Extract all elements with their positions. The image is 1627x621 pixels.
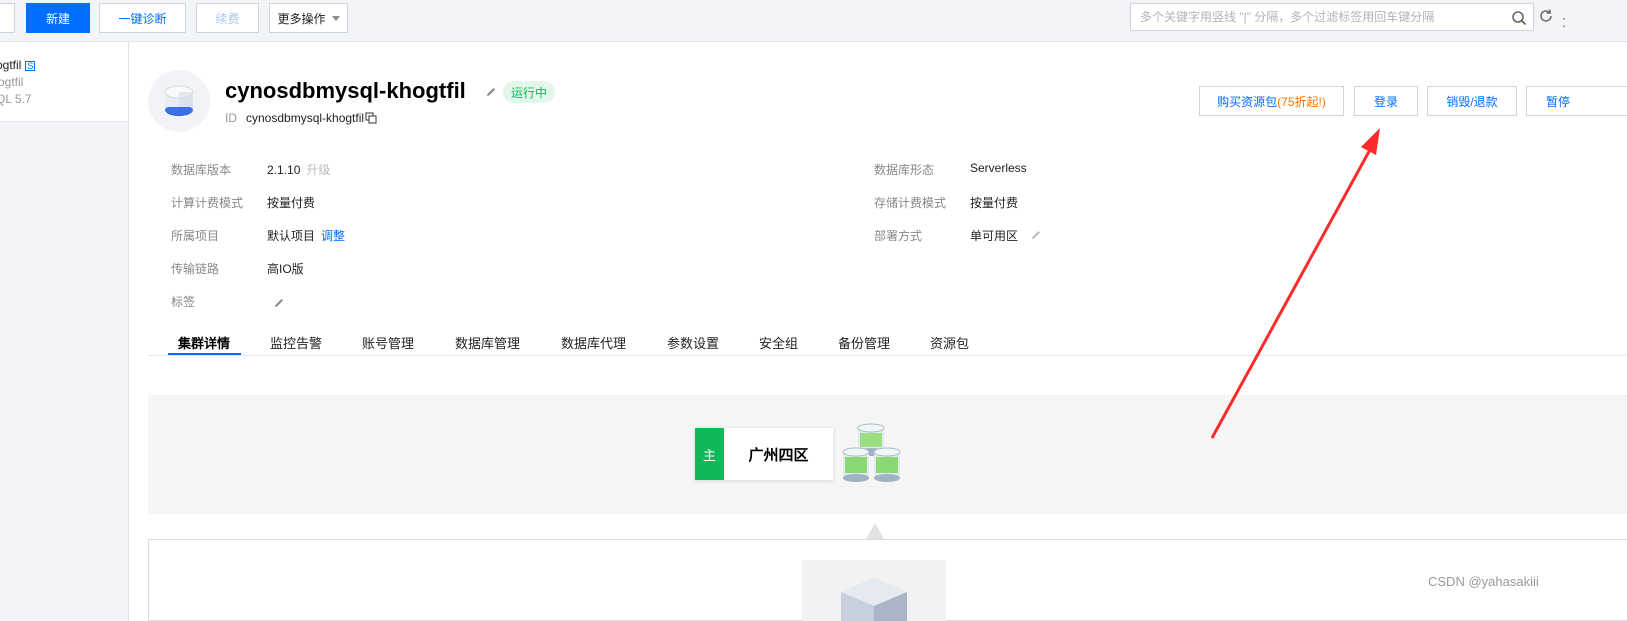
sidebar-instance-name-text: ogtfil [0, 58, 22, 72]
upgrade-link[interactable]: 升级 [306, 163, 330, 177]
deploy-mode-value: 单可用区 [970, 229, 1019, 243]
db-version-number: 2.1.10 [267, 163, 301, 177]
destroy-refund-button[interactable]: 销毁/退款 [1427, 86, 1517, 116]
pause-button[interactable]: 暂停 [1526, 86, 1627, 116]
top-toolbar: 新建 一键诊断 续费 更多操作 ⁚ [0, 0, 1627, 42]
database-icon [164, 85, 194, 116]
transfer-link-value: 高IO版 [267, 262, 304, 276]
tab-database-management[interactable]: 数据库管理 [455, 333, 520, 352]
login-button[interactable]: 登录 [1354, 86, 1418, 116]
zone-name: 广州四区 [748, 446, 809, 464]
db-version-label: 数据库版本 [171, 163, 232, 177]
edit-title-icon[interactable] [485, 86, 497, 98]
tab-parameter-settings[interactable]: 参数设置 [667, 333, 719, 352]
renew-button[interactable]: 续费 [196, 3, 259, 33]
buy-resource-pack-label: 购买资源包 [1217, 94, 1278, 109]
buy-resource-pack-button[interactable]: 购买资源包 (75折起!) [1199, 86, 1344, 116]
status-badge: 运行中 [503, 81, 556, 103]
new-button[interactable]: 新建 [26, 3, 90, 33]
search-input[interactable] [1131, 4, 1501, 30]
db-version-value: 2.1.10 升级 [267, 161, 330, 178]
database-avatar [148, 70, 210, 132]
tags-label: 标签 [171, 295, 196, 309]
copy-icon[interactable] [365, 112, 377, 124]
pointer-triangle [866, 523, 884, 539]
project-name: 默认项目 [267, 229, 316, 243]
storage-billing-label: 存储计费模式 [874, 196, 947, 210]
chevron-down-icon [331, 15, 340, 21]
storage-billing-value: 按量付费 [970, 196, 1019, 210]
active-tab-indicator [168, 353, 241, 355]
server-icon [841, 578, 907, 621]
transfer-link-label: 传输链路 [171, 262, 220, 276]
project-value: 默认项目 调整 [267, 227, 345, 244]
pause-label: 暂停 [1546, 94, 1571, 109]
refresh-icon[interactable] [1538, 8, 1554, 24]
one-click-diagnose-button[interactable]: 一键诊断 [99, 3, 186, 33]
watermark: CSDN @yahasakiii [1428, 574, 1539, 589]
more-actions-label: 更多操作 [277, 11, 326, 26]
db-form-value: Serverless [970, 161, 1027, 175]
primary-zone-card[interactable]: 主 广州四区 [695, 428, 833, 480]
more-actions-dropdown[interactable]: 更多操作 [269, 3, 348, 33]
tab-backup-management[interactable]: 备份管理 [838, 333, 890, 352]
sidebar-instance-sub: ogtfil [0, 75, 24, 89]
detail-tabs: 集群详情 监控告警 账号管理 数据库管理 数据库代理 参数设置 安全组 备份管理… [148, 329, 1627, 356]
adjust-project-link[interactable]: 调整 [321, 229, 345, 243]
id-label: ID [225, 111, 237, 125]
db-form-label: 数据库形态 [874, 163, 935, 177]
instance-sidebar: ogtfilS ogtfil QL 5.7 [0, 42, 129, 621]
tab-database-proxy[interactable]: 数据库代理 [561, 333, 626, 352]
overflow-icon[interactable]: ⁚ [1562, 16, 1566, 30]
instance-title: cynosdbmysql-khogtfil [225, 78, 466, 103]
compute-billing-value: 按量付费 [267, 196, 316, 210]
project-label: 所属项目 [171, 229, 220, 243]
database-cluster-icon [842, 423, 901, 482]
serverless-badge: S [25, 61, 36, 71]
sidebar-instance-version: QL 5.7 [0, 92, 32, 106]
truncated-button[interactable] [0, 3, 15, 33]
buy-promo-label: (75折起!) [1277, 94, 1326, 109]
sidebar-instance-name: ogtfilS [0, 58, 36, 72]
tab-monitoring-alarms[interactable]: 监控告警 [270, 333, 322, 352]
deploy-mode-label: 部署方式 [874, 229, 923, 243]
tab-resource-pack[interactable]: 资源包 [930, 333, 969, 352]
search-box [1130, 3, 1534, 31]
tab-cluster-details[interactable]: 集群详情 [178, 333, 230, 352]
sidebar-instance-item[interactable]: ogtfilS ogtfil QL 5.7 [0, 42, 128, 122]
edit-deploy-icon[interactable] [1030, 229, 1042, 241]
tab-security-group[interactable]: 安全组 [759, 333, 798, 352]
primary-tag: 主 [695, 428, 724, 480]
edit-tags-icon[interactable] [273, 297, 285, 309]
tab-account-management[interactable]: 账号管理 [362, 333, 414, 352]
id-value: cynosdbmysql-khogtfil [246, 111, 365, 125]
compute-billing-label: 计算计费模式 [171, 196, 244, 210]
search-icon[interactable] [1511, 10, 1527, 26]
